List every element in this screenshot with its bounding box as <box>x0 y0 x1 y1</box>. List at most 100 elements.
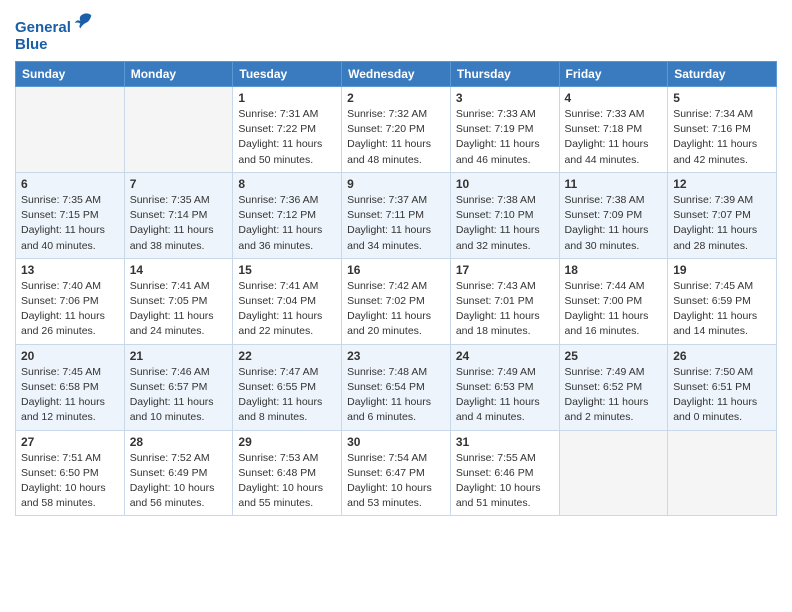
day-info: Sunrise: 7:53 AMSunset: 6:48 PMDaylight:… <box>238 451 336 512</box>
day-info: Sunrise: 7:37 AMSunset: 7:11 PMDaylight:… <box>347 193 445 254</box>
day-cell-13: 13 Sunrise: 7:40 AMSunset: 7:06 PMDayligh… <box>16 258 125 344</box>
day-cell-14: 14 Sunrise: 7:41 AMSunset: 7:05 PMDayligh… <box>124 258 233 344</box>
weekday-wednesday: Wednesday <box>342 62 451 87</box>
day-number: 27 <box>21 435 119 449</box>
day-number: 4 <box>565 91 663 105</box>
calendar-table: SundayMondayTuesdayWednesdayThursdayFrid… <box>15 61 777 516</box>
empty-cell <box>124 87 233 173</box>
day-cell-10: 10 Sunrise: 7:38 AMSunset: 7:10 PMDayligh… <box>450 172 559 258</box>
page: General Blue SundayMondayTuesdayWednesda… <box>0 0 792 531</box>
day-info: Sunrise: 7:31 AMSunset: 7:22 PMDaylight:… <box>238 107 336 168</box>
day-number: 5 <box>673 91 771 105</box>
day-info: Sunrise: 7:45 AMSunset: 6:59 PMDaylight:… <box>673 279 771 340</box>
day-info: Sunrise: 7:35 AMSunset: 7:15 PMDaylight:… <box>21 193 119 254</box>
day-cell-25: 25 Sunrise: 7:49 AMSunset: 6:52 PMDayligh… <box>559 344 668 430</box>
day-number: 1 <box>238 91 336 105</box>
day-number: 8 <box>238 177 336 191</box>
day-number: 3 <box>456 91 554 105</box>
day-info: Sunrise: 7:35 AMSunset: 7:14 PMDaylight:… <box>130 193 228 254</box>
weekday-friday: Friday <box>559 62 668 87</box>
day-cell-4: 4 Sunrise: 7:33 AMSunset: 7:18 PMDaylight… <box>559 87 668 173</box>
day-number: 16 <box>347 263 445 277</box>
day-cell-1: 1 Sunrise: 7:31 AMSunset: 7:22 PMDaylight… <box>233 87 342 173</box>
day-cell-23: 23 Sunrise: 7:48 AMSunset: 6:54 PMDayligh… <box>342 344 451 430</box>
day-info: Sunrise: 7:50 AMSunset: 6:51 PMDaylight:… <box>673 365 771 426</box>
day-number: 2 <box>347 91 445 105</box>
week-row-3: 20Sunrise: 7:45 AMSunset: 6:58 PMDayligh… <box>16 344 777 430</box>
day-info: Sunrise: 7:33 AMSunset: 7:18 PMDaylight:… <box>565 107 663 168</box>
day-number: 12 <box>673 177 771 191</box>
day-cell-12: 12 Sunrise: 7:39 AMSunset: 7:07 PMDayligh… <box>668 172 777 258</box>
day-number: 28 <box>130 435 228 449</box>
logo-general: General <box>15 19 71 36</box>
day-cell-20: 20Sunrise: 7:45 AMSunset: 6:58 PMDayligh… <box>16 344 125 430</box>
weekday-saturday: Saturday <box>668 62 777 87</box>
day-info: Sunrise: 7:39 AMSunset: 7:07 PMDaylight:… <box>673 193 771 254</box>
weekday-header-row: SundayMondayTuesdayWednesdayThursdayFrid… <box>16 62 777 87</box>
day-cell-8: 8 Sunrise: 7:36 AMSunset: 7:12 PMDaylight… <box>233 172 342 258</box>
day-cell-29: 29 Sunrise: 7:53 AMSunset: 6:48 PMDayligh… <box>233 430 342 516</box>
day-cell-31: 31Sunrise: 7:55 AMSunset: 6:46 PMDayligh… <box>450 430 559 516</box>
day-number: 17 <box>456 263 554 277</box>
day-number: 15 <box>238 263 336 277</box>
day-info: Sunrise: 7:38 AMSunset: 7:09 PMDaylight:… <box>565 193 663 254</box>
day-number: 30 <box>347 435 445 449</box>
day-cell-19: 19 Sunrise: 7:45 AMSunset: 6:59 PMDayligh… <box>668 258 777 344</box>
week-row-2: 13 Sunrise: 7:40 AMSunset: 7:06 PMDayligh… <box>16 258 777 344</box>
week-row-0: 1 Sunrise: 7:31 AMSunset: 7:22 PMDaylight… <box>16 87 777 173</box>
day-info: Sunrise: 7:33 AMSunset: 7:19 PMDaylight:… <box>456 107 554 168</box>
day-number: 6 <box>21 177 119 191</box>
day-cell-30: 30 Sunrise: 7:54 AMSunset: 6:47 PMDayligh… <box>342 430 451 516</box>
day-info: Sunrise: 7:44 AMSunset: 7:00 PMDaylight:… <box>565 279 663 340</box>
day-cell-7: 7Sunrise: 7:35 AMSunset: 7:14 PMDaylight… <box>124 172 233 258</box>
day-number: 19 <box>673 263 771 277</box>
day-cell-21: 21Sunrise: 7:46 AMSunset: 6:57 PMDayligh… <box>124 344 233 430</box>
day-number: 21 <box>130 349 228 363</box>
week-row-1: 6 Sunrise: 7:35 AMSunset: 7:15 PMDaylight… <box>16 172 777 258</box>
day-info: Sunrise: 7:55 AMSunset: 6:46 PMDaylight:… <box>456 451 554 512</box>
day-number: 10 <box>456 177 554 191</box>
day-info: Sunrise: 7:42 AMSunset: 7:02 PMDaylight:… <box>347 279 445 340</box>
day-info: Sunrise: 7:51 AMSunset: 6:50 PMDaylight:… <box>21 451 119 512</box>
day-cell-9: 9 Sunrise: 7:37 AMSunset: 7:11 PMDaylight… <box>342 172 451 258</box>
day-info: Sunrise: 7:41 AMSunset: 7:04 PMDaylight:… <box>238 279 336 340</box>
day-info: Sunrise: 7:34 AMSunset: 7:16 PMDaylight:… <box>673 107 771 168</box>
day-info: Sunrise: 7:38 AMSunset: 7:10 PMDaylight:… <box>456 193 554 254</box>
day-info: Sunrise: 7:43 AMSunset: 7:01 PMDaylight:… <box>456 279 554 340</box>
day-info: Sunrise: 7:40 AMSunset: 7:06 PMDaylight:… <box>21 279 119 340</box>
day-info: Sunrise: 7:54 AMSunset: 6:47 PMDaylight:… <box>347 451 445 512</box>
day-number: 14 <box>130 263 228 277</box>
day-number: 26 <box>673 349 771 363</box>
day-cell-18: 18 Sunrise: 7:44 AMSunset: 7:00 PMDayligh… <box>559 258 668 344</box>
day-cell-28: 28Sunrise: 7:52 AMSunset: 6:49 PMDayligh… <box>124 430 233 516</box>
day-cell-26: 26 Sunrise: 7:50 AMSunset: 6:51 PMDayligh… <box>668 344 777 430</box>
day-number: 25 <box>565 349 663 363</box>
day-info: Sunrise: 7:49 AMSunset: 6:53 PMDaylight:… <box>456 365 554 426</box>
day-number: 11 <box>565 177 663 191</box>
day-info: Sunrise: 7:32 AMSunset: 7:20 PMDaylight:… <box>347 107 445 168</box>
day-number: 20 <box>21 349 119 363</box>
day-info: Sunrise: 7:36 AMSunset: 7:12 PMDaylight:… <box>238 193 336 254</box>
day-cell-11: 11 Sunrise: 7:38 AMSunset: 7:09 PMDayligh… <box>559 172 668 258</box>
header: General Blue <box>15 10 777 53</box>
day-number: 13 <box>21 263 119 277</box>
day-cell-17: 17 Sunrise: 7:43 AMSunset: 7:01 PMDayligh… <box>450 258 559 344</box>
day-cell-3: 3 Sunrise: 7:33 AMSunset: 7:19 PMDaylight… <box>450 87 559 173</box>
day-number: 9 <box>347 177 445 191</box>
day-info: Sunrise: 7:41 AMSunset: 7:05 PMDaylight:… <box>130 279 228 340</box>
day-info: Sunrise: 7:48 AMSunset: 6:54 PMDaylight:… <box>347 365 445 426</box>
day-cell-24: 24Sunrise: 7:49 AMSunset: 6:53 PMDayligh… <box>450 344 559 430</box>
logo: General Blue <box>15 10 95 53</box>
weekday-tuesday: Tuesday <box>233 62 342 87</box>
day-cell-22: 22Sunrise: 7:47 AMSunset: 6:55 PMDayligh… <box>233 344 342 430</box>
day-cell-27: 27 Sunrise: 7:51 AMSunset: 6:50 PMDayligh… <box>16 430 125 516</box>
logo-text: General Blue <box>15 10 95 53</box>
day-number: 18 <box>565 263 663 277</box>
day-number: 23 <box>347 349 445 363</box>
week-row-4: 27 Sunrise: 7:51 AMSunset: 6:50 PMDayligh… <box>16 430 777 516</box>
day-cell-2: 2 Sunrise: 7:32 AMSunset: 7:20 PMDaylight… <box>342 87 451 173</box>
day-info: Sunrise: 7:49 AMSunset: 6:52 PMDaylight:… <box>565 365 663 426</box>
day-info: Sunrise: 7:47 AMSunset: 6:55 PMDaylight:… <box>238 365 336 426</box>
day-cell-16: 16 Sunrise: 7:42 AMSunset: 7:02 PMDayligh… <box>342 258 451 344</box>
day-number: 29 <box>238 435 336 449</box>
